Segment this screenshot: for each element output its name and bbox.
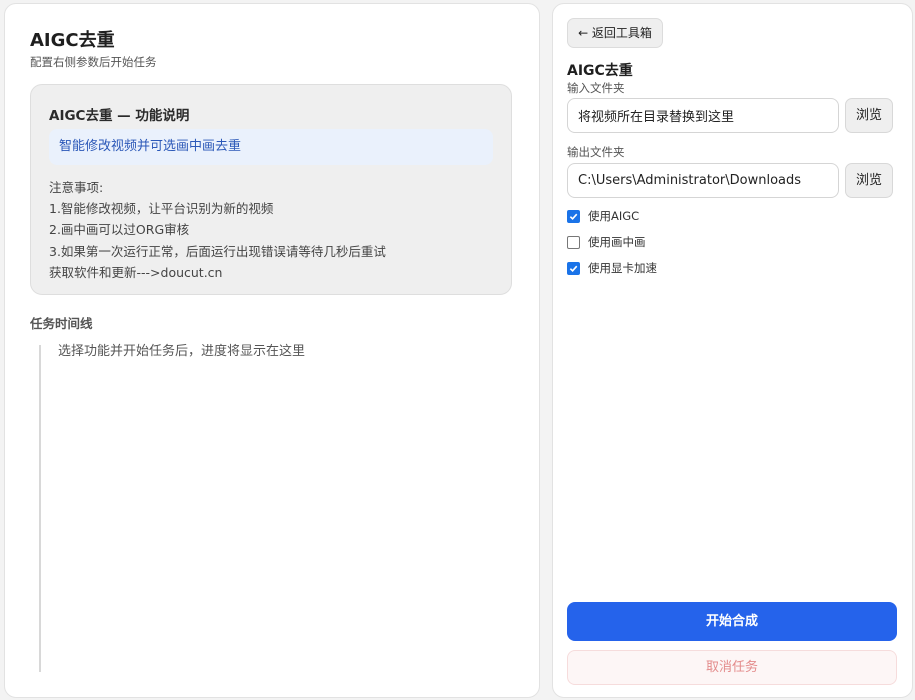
note-line: 1.智能修改视频，让平台识别为新的视频	[49, 201, 274, 217]
info-card: AIGC去重 — 功能说明 智能修改视频并可选画中画去重 注意事项: 1.智能修…	[30, 84, 512, 295]
page-subtitle: 配置右侧参数后开始任务	[30, 55, 157, 69]
input-folder-field[interactable]	[567, 98, 839, 133]
note-line: 2.画中画可以过ORG审核	[49, 222, 190, 238]
note-line: 获取软件和更新--->doucut.cn	[49, 264, 223, 280]
app-window: AIGC去重 配置右侧参数后开始任务 AIGC去重 — 功能说明 智能修改视频并…	[0, 0, 915, 700]
checkbox-gpu[interactable]	[567, 261, 580, 275]
notes-list: 注意事项: 1.智能修改视频，让平台识别为新的视频 2.画中画可以过ORG审核 …	[49, 177, 386, 283]
info-highlight: 智能修改视频并可选画中画去重	[49, 129, 493, 165]
check-icon	[569, 213, 578, 220]
option-gpu[interactable]: 使用显卡加速	[567, 260, 657, 276]
start-button[interactable]: 开始合成	[567, 602, 897, 641]
note-line: 3.如果第一次运行正常，后面运行出现错误请等待几秒后重试	[49, 243, 386, 259]
output-browse-button[interactable]: 浏览	[845, 163, 893, 198]
back-to-toolbox-button[interactable]: ← 返回工具箱	[567, 18, 663, 48]
note-line: 注意事项:	[49, 180, 104, 195]
option-label: 使用画中画	[588, 235, 646, 249]
output-folder-field[interactable]	[567, 163, 839, 198]
option-label: 使用AIGC	[588, 209, 640, 223]
input-folder-label: 输入文件夹	[567, 81, 625, 95]
cancel-task-button[interactable]: 取消任务	[567, 650, 897, 685]
checkbox-pip[interactable]	[567, 235, 580, 249]
check-icon	[569, 265, 578, 272]
timeline-empty-text: 选择功能并开始任务后，进度将显示在这里	[58, 344, 306, 359]
timeline-line	[39, 345, 41, 672]
output-folder-label: 输出文件夹	[567, 145, 625, 159]
input-browse-button[interactable]: 浏览	[845, 98, 893, 133]
option-label: 使用显卡加速	[588, 261, 657, 275]
info-card-title: AIGC去重 — 功能说明	[49, 108, 190, 124]
timeline-title: 任务时间线	[30, 316, 93, 331]
option-pip[interactable]: 使用画中画	[567, 234, 646, 250]
checkbox-aigc[interactable]	[567, 209, 580, 223]
page-title: AIGC去重	[30, 30, 115, 51]
tool-title: AIGC去重	[567, 63, 633, 79]
option-aigc[interactable]: 使用AIGC	[567, 208, 639, 224]
left-panel: AIGC去重 配置右侧参数后开始任务 AIGC去重 — 功能说明 智能修改视频并…	[4, 3, 540, 698]
right-panel: ← 返回工具箱 AIGC去重 输入文件夹 浏览 输出文件夹 浏览 使用AIGC …	[552, 3, 913, 698]
